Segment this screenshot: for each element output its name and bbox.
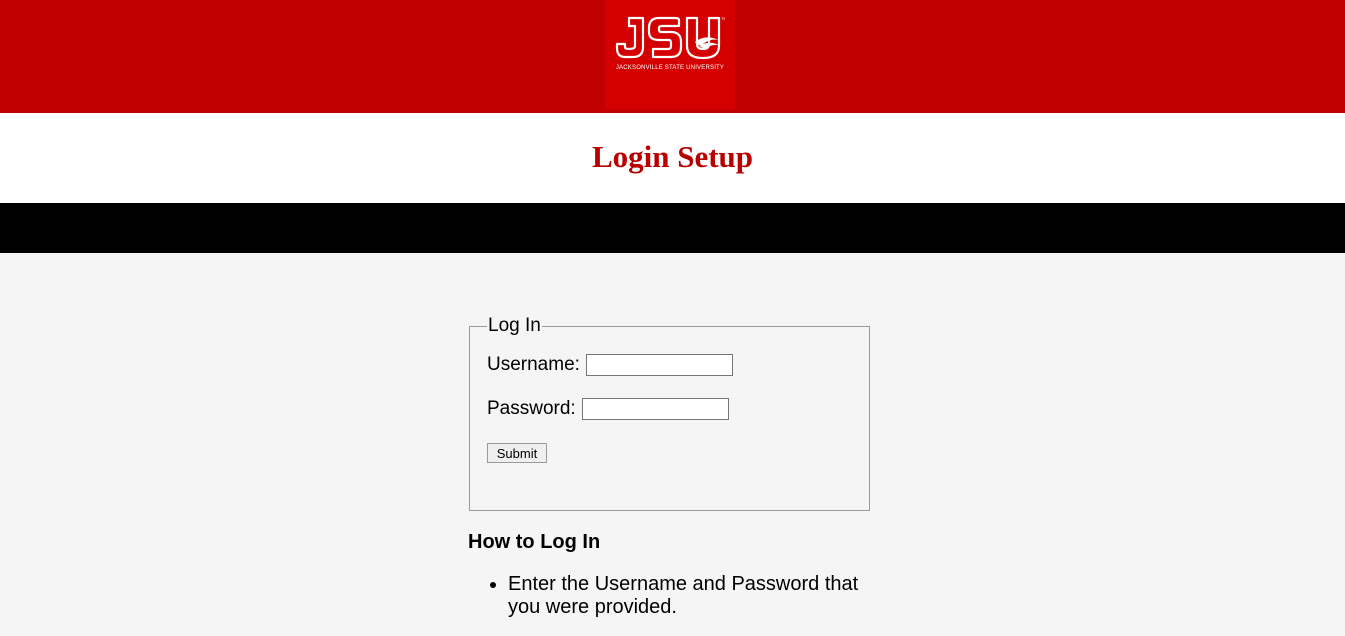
username-row: Username: — [487, 353, 869, 377]
login-legend: Log In — [488, 315, 541, 336]
black-divider-bar — [0, 203, 1345, 253]
svg-text:TM: TM — [721, 16, 725, 21]
page-title: Login Setup — [591, 139, 754, 174]
username-label: Username: — [487, 354, 580, 375]
password-row: Password: — [487, 397, 869, 421]
login-fieldset: Log In Username: Password: Submit — [469, 315, 870, 511]
password-input[interactable] — [581, 398, 729, 420]
howto-list: Enter the Username and Password that you… — [468, 573, 878, 619]
howto-heading: How to Log In — [468, 531, 601, 553]
logo-subtitle: JACKSONVILLE STATE UNIVERSITY — [615, 65, 725, 71]
jsu-logo-mark: TM — [615, 16, 725, 60]
password-label: Password: — [487, 398, 576, 419]
username-input[interactable] — [585, 354, 733, 376]
title-band: Login Setup — [0, 113, 1345, 203]
top-banner: TM JACKSONVILLE STATE UNIVERSITY — [0, 0, 1345, 113]
submit-button[interactable]: Submit — [487, 443, 547, 463]
jsu-logo[interactable]: TM JACKSONVILLE STATE UNIVERSITY — [605, 0, 735, 109]
list-item: Enter the Username and Password that you… — [508, 573, 878, 619]
main-content: Log In Username: Password: Submit How to… — [0, 253, 1345, 636]
